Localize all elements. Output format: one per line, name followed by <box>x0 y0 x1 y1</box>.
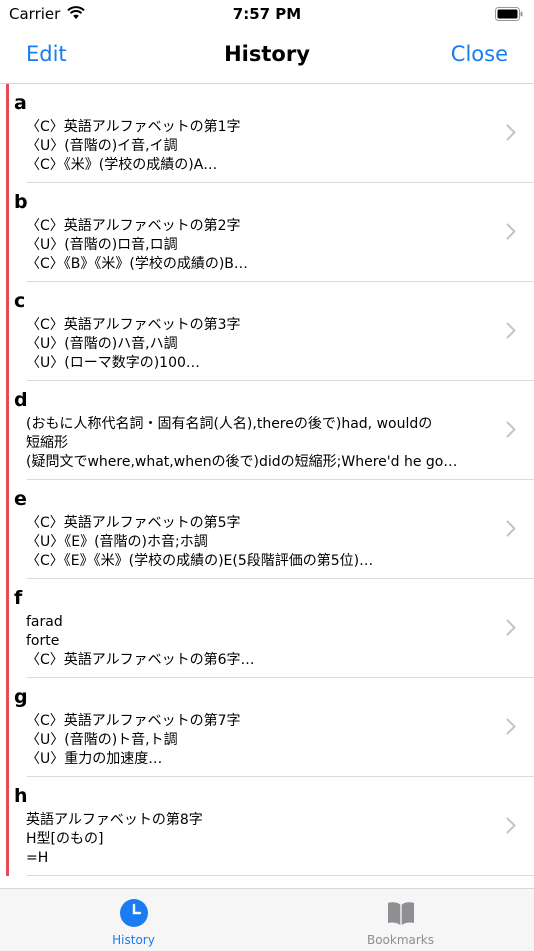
history-row[interactable]: f farad forte 〈C〉英語アルファベットの第6字… <box>6 579 534 678</box>
chevron-right-icon <box>506 421 516 438</box>
definition-line: 〈U〉(ローマ数字の)100… <box>26 355 200 371</box>
tab-bar: History Bookmarks <box>0 888 534 951</box>
chevron-right-icon <box>506 520 516 537</box>
history-row[interactable]: b 〈C〉英語アルファベットの第2字 〈U〉(音階の)ロ音,ロ調〈C〉《B》《米》(… <box>6 183 534 282</box>
entry-headword: b <box>14 191 28 213</box>
chevron-right-icon <box>506 223 516 240</box>
history-row[interactable]: e 〈C〉英語アルファベットの第5字 〈U〉《E》(音階の)ホ音;ホ調〈C〉《E》《… <box>6 480 534 579</box>
entry-definition: (おもに人称代名詞・固有名詞(人名),thereの後で)had, wouldの短… <box>26 415 476 472</box>
entry-headword: e <box>14 488 27 510</box>
definition-line: 〈U〉(音階の)ハ音,ハ調 <box>26 336 178 352</box>
entry-headword: d <box>14 389 28 411</box>
definition-line: H型[のもの] <box>26 831 104 847</box>
entry-definition: 〈C〉英語アルファベットの第3字 〈U〉(音階の)ハ音,ハ調〈U〉(ローマ数字の)… <box>26 316 476 373</box>
definition-line: 〈U〉(音階の)ロ音,ロ調 <box>26 237 178 253</box>
definition-line: 〈C〉《E》《米》(学校の成績の)E(5段階評価の第5位)… <box>26 553 374 569</box>
status-bar: Carrier 7:57 PM <box>0 0 534 30</box>
definition-line: forte <box>26 633 60 649</box>
definition-line: farad <box>26 614 63 630</box>
entry-headword: h <box>14 785 28 807</box>
entry-definition: 〈C〉英語アルファベットの第2字 〈U〉(音階の)ロ音,ロ調〈C〉《B》《米》(学… <box>26 217 476 274</box>
entry-headword: a <box>14 92 27 114</box>
definition-line: 短縮形 <box>26 435 68 451</box>
chevron-right-icon <box>506 124 516 141</box>
entry-definition: 〈C〉英語アルファベットの第5字 〈U〉《E》(音階の)ホ音;ホ調〈C〉《E》《米… <box>26 514 476 571</box>
entry-definition: 〈C〉英語アルファベットの第7字 〈U〉(音階の)ト音,ト調 〈U〉重力の加速度… <box>26 712 476 769</box>
definition-line: 〈U〉《E》(音階の)ホ音;ホ調 <box>26 534 208 550</box>
book-icon <box>387 902 414 925</box>
definition-line: 〈U〉(音階の)イ音,イ調 <box>26 138 178 154</box>
navigation-bar: Edit History Close <box>0 30 534 84</box>
close-button[interactable]: Close <box>451 42 508 66</box>
battery-icon <box>495 7 523 21</box>
history-row[interactable]: h 英語アルファベットの第8字 H型[のもの] =H <box>6 777 534 876</box>
entry-definition: 〈C〉英語アルファベットの第1字 〈U〉(音階の)イ音,イ調〈C〉《米》(学校の成… <box>26 118 476 175</box>
chevron-right-icon <box>506 619 516 636</box>
status-time: 7:57 PM <box>232 5 302 23</box>
entry-headword: g <box>14 686 28 708</box>
entry-definition: 英語アルファベットの第8字 H型[のもの] =H <box>26 811 476 868</box>
entry-headword: c <box>14 290 26 312</box>
definition-line: 〈U〉(音階の)ト音,ト調 <box>26 732 178 748</box>
clock-icon <box>119 899 148 927</box>
definition-line: 〈C〉英語アルファベットの第7字 <box>26 713 241 729</box>
tab-history[interactable]: History <box>0 889 267 951</box>
entry-headword: f <box>14 587 23 609</box>
history-row[interactable]: c 〈C〉英語アルファベットの第3字 〈U〉(音階の)ハ音,ハ調〈U〉(ローマ数字の… <box>6 282 534 381</box>
definition-line: 〈C〉《B》《米》(学校の成績の)B… <box>26 256 248 272</box>
chevron-right-icon <box>506 817 516 834</box>
definition-line: (おもに人称代名詞・固有名詞(人名),thereの後で)had, wouldの <box>26 416 433 432</box>
definition-line: 〈C〉英語アルファベットの第2字 <box>26 218 241 234</box>
tab-bookmarks-label: Bookmarks <box>366 933 435 947</box>
definition-line: 英語アルファベットの第8字 <box>26 812 203 828</box>
tab-history-label: History <box>112 933 155 947</box>
history-row[interactable]: g 〈C〉英語アルファベットの第7字 〈U〉(音階の)ト音,ト調 〈U〉重力の加速度… <box>6 678 534 777</box>
definition-line: 〈C〉英語アルファベットの第5字 <box>26 515 241 531</box>
definition-line: 〈C〉英語アルファベットの第3字 <box>26 317 241 333</box>
history-list[interactable]: a 〈C〉英語アルファベットの第1字 〈U〉(音階の)イ音,イ調〈C〉《米》(学校の… <box>0 84 534 888</box>
definition-line: 〈C〉《米》(学校の成績の)A… <box>26 157 218 173</box>
definition-line: (疑問文でwhere,what,whenの後で)didの短縮形;Where'd … <box>26 454 458 470</box>
chevron-right-icon <box>506 718 516 735</box>
definition-line: 〈C〉英語アルファベットの第6字… <box>26 652 255 668</box>
definition-line: 〈U〉重力の加速度… <box>26 751 163 767</box>
tab-bookmarks[interactable]: Bookmarks <box>267 889 534 951</box>
definition-line: =H <box>26 850 49 866</box>
history-row[interactable]: a 〈C〉英語アルファベットの第1字 〈U〉(音階の)イ音,イ調〈C〉《米》(学校の… <box>6 84 534 183</box>
entry-definition: farad forte 〈C〉英語アルファベットの第6字… <box>26 613 476 670</box>
history-row[interactable]: d (おもに人称代名詞・固有名詞(人名),thereの後で)had, wouldの… <box>6 381 534 480</box>
definition-line: 〈C〉英語アルファベットの第1字 <box>26 119 241 135</box>
chevron-right-icon <box>506 322 516 339</box>
